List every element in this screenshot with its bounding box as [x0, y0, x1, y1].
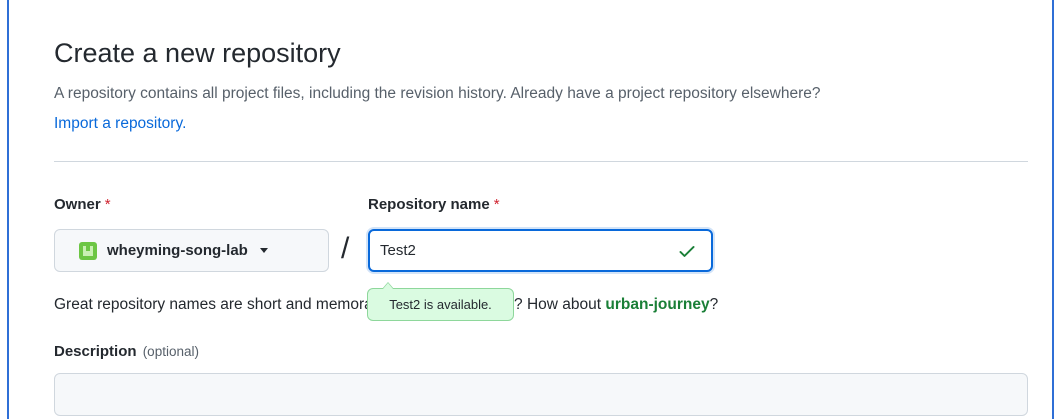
caret-down-icon — [259, 248, 268, 253]
hint-text: Great repository names are short and mem… — [54, 296, 606, 313]
description-input[interactable] — [55, 374, 1027, 415]
check-icon — [679, 246, 695, 257]
repo-name-field[interactable] — [368, 229, 713, 272]
suggested-name-link[interactable]: urban-journey — [605, 296, 709, 313]
owner-required-mark: * — [104, 196, 111, 213]
window-border-right — [1052, 0, 1054, 419]
description-label-text: Description — [54, 343, 137, 360]
repo-name-input[interactable] — [380, 231, 670, 270]
import-repository-link[interactable]: Import a repository. — [54, 115, 186, 133]
page-subtitle: A repository contains all project files,… — [54, 85, 821, 102]
hint-text-end: ? — [709, 296, 719, 313]
availability-tooltip: Test2 is available. — [367, 282, 514, 321]
description-field[interactable] — [54, 373, 1028, 416]
owner-label: Owner * — [54, 196, 111, 213]
owner-repo-separator: / — [341, 232, 350, 265]
owner-label-text: Owner — [54, 196, 101, 213]
org-avatar-icon — [79, 241, 97, 260]
section-divider — [54, 161, 1028, 162]
window-border-left — [7, 0, 9, 419]
page-title: Create a new repository — [54, 38, 341, 68]
owner-name: wheyming-song-lab — [107, 242, 248, 259]
description-label: Description (optional) — [54, 343, 199, 360]
repo-name-label-text: Repository name — [368, 196, 490, 213]
owner-dropdown[interactable]: wheyming-song-lab — [54, 229, 329, 272]
description-optional-note: (optional) — [142, 344, 199, 359]
repo-name-required-mark: * — [493, 196, 500, 213]
repo-name-label: Repository name * — [368, 196, 500, 213]
